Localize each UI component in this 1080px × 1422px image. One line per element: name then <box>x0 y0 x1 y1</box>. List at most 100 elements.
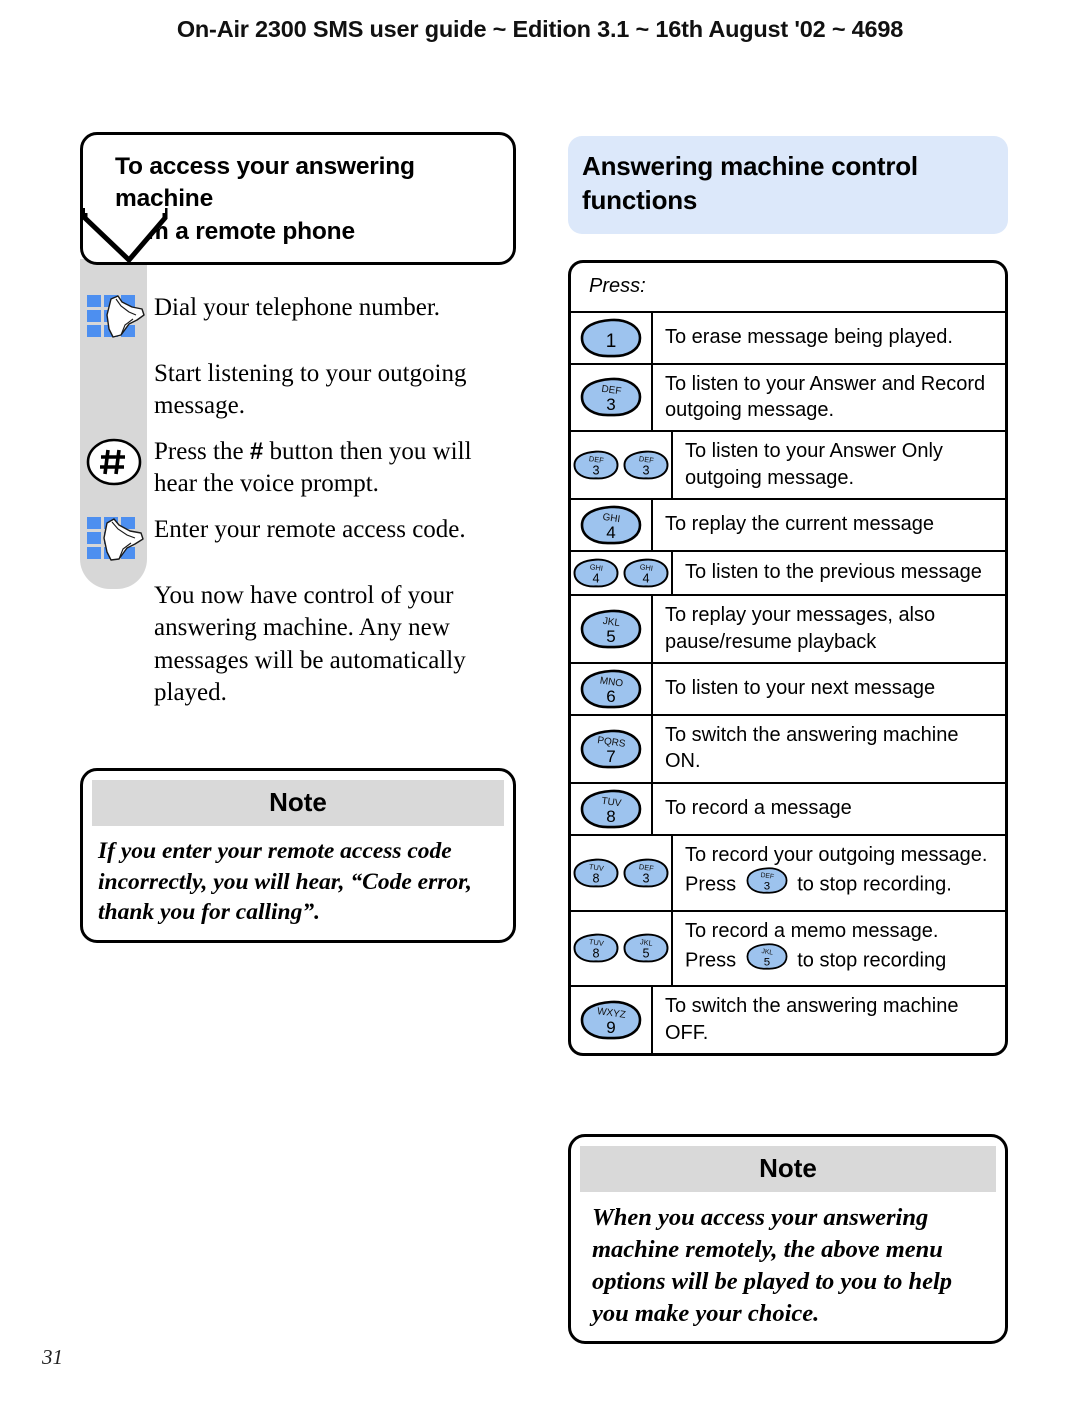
step-text: Start listening to your outgoing message… <box>154 359 467 420</box>
step-text: Enter your remote access code. <box>154 515 466 543</box>
description-text-before: Press <box>685 949 742 972</box>
phone-key-6-icon[interactable]: MNO6 <box>580 669 642 709</box>
table-cell-description: To replay your messages, also pause/resu… <box>653 596 1005 662</box>
phone-key-7-icon[interactable]: PQRS7 <box>580 729 642 769</box>
svg-text:1: 1 <box>606 331 617 352</box>
phone-key-4-icon[interactable]: GHI4 <box>573 558 619 588</box>
step-icon-slot <box>80 435 154 487</box>
svg-text:8: 8 <box>592 871 599 885</box>
left-column: To access your answering machine from a … <box>80 132 516 943</box>
table-cell-keys: PQRS 7 <box>571 715 653 782</box>
svg-text:3: 3 <box>606 395 615 414</box>
phone-key-8-icon[interactable]: TUV8 <box>573 933 619 963</box>
step-icon-slot <box>80 579 154 581</box>
svg-text:5: 5 <box>606 627 615 646</box>
description-line-2: Press DEF 3 to stop recording. <box>685 867 987 902</box>
keypad-hand-icon <box>87 294 145 338</box>
step-text: Press the # button then you will hear th… <box>154 435 516 501</box>
table-cell-keys: 1 <box>571 312 653 363</box>
svg-text:8: 8 <box>592 947 599 961</box>
description-text: To listen to your Answer and Record outg… <box>665 372 986 421</box>
svg-text:3: 3 <box>763 880 769 892</box>
table-row: GHI 4 GHI 4 To listen to the previous messag… <box>571 552 1005 597</box>
phone-key-8-icon[interactable]: TUV8 <box>573 858 619 888</box>
description-text: To replay your messages, also pause/resu… <box>665 604 936 653</box>
table-row: TUV 8 JKL 5 To record a memo message. Press J… <box>571 911 1005 988</box>
svg-text:8: 8 <box>606 807 615 826</box>
step-text: You now have control of your answering m… <box>154 581 466 707</box>
description-text: To listen to the previous message <box>685 561 982 584</box>
table-header-press: Press: <box>571 263 1005 313</box>
note-box-right: Note When you access your answering mach… <box>568 1134 1008 1345</box>
note-title: Note <box>580 1146 996 1193</box>
table-cell-description: To record a memo message. Press JKL 5 to s… <box>673 912 1005 986</box>
phone-key-3-icon[interactable]: DEF3 <box>623 450 669 480</box>
svg-text:7: 7 <box>606 747 615 766</box>
note-body: When you access your answering machine r… <box>592 1204 953 1327</box>
description-text: To switch the answering machine OFF. <box>665 995 959 1044</box>
list-item: Dial your telephone number. <box>80 291 516 345</box>
callout-tail-icon <box>82 208 168 264</box>
page-number: 31 <box>42 1345 63 1369</box>
list-item: Press the # button then you will hear th… <box>80 435 516 501</box>
phone-key-1-icon[interactable]: 1 <box>580 318 642 358</box>
phone-key-5-icon[interactable]: JKL5 <box>746 943 788 970</box>
table-row: 1 To erase message being played. <box>571 312 1005 365</box>
table-row: GHI 4 To replay the current message <box>571 500 1005 553</box>
table-cell-description: To listen to your Answer Only outgoing m… <box>673 432 1005 498</box>
table-cell-keys: MNO 6 <box>571 663 653 714</box>
running-header: On-Air 2300 SMS user guide ~ Edition 3.1… <box>176 16 904 42</box>
phone-key-8-icon[interactable]: TUV8 <box>580 789 642 829</box>
left-heading: To access your answering machine from a … <box>115 151 491 248</box>
svg-text:3: 3 <box>642 464 649 478</box>
inline-phone-key[interactable]: JKL 5 <box>746 943 788 977</box>
phone-key-9-icon[interactable]: WXYZ9 <box>580 1000 642 1040</box>
left-heading-line1: To access your answering machine <box>115 153 415 213</box>
phone-key-4-icon[interactable]: GHI4 <box>623 558 669 588</box>
table-row: PQRS 7 To switch the answering machine ON. <box>571 715 1005 784</box>
right-column: Answering machine control functions Pres… <box>568 136 1008 1345</box>
table-cell-description: To record your outgoing message. Press DE… <box>673 836 1005 910</box>
note-box-left: Note If you enter your remote access cod… <box>80 767 516 943</box>
phone-key-5-icon[interactable]: JKL5 <box>580 609 642 649</box>
description-text: To listen to your Answer Only outgoing m… <box>685 440 943 489</box>
table-cell-description: To listen to your next message <box>653 664 1005 714</box>
section-heading-banner: Answering machine control functions <box>568 136 1008 234</box>
right-heading-line1: Answering machine control <box>582 151 918 181</box>
table-cell-keys: TUV 8 <box>571 783 653 834</box>
phone-key-3-icon[interactable]: DEF3 <box>623 858 669 888</box>
table-row: TUV 8 To record a message <box>571 783 1005 836</box>
step-text-before: Press the <box>154 437 250 465</box>
list-item: Start listening to your outgoing message… <box>80 357 516 423</box>
table-cell-keys: GHI 4 <box>571 500 653 551</box>
phone-key-4-icon[interactable]: GHI4 <box>580 505 642 545</box>
table-cell-keys: DEF 3 DEF 3 <box>571 432 673 499</box>
phone-key-5-icon[interactable]: JKL5 <box>623 933 669 963</box>
description-line-2: Press JKL 5 to stop recording <box>685 943 946 978</box>
table-cell-description: To replay the current message <box>653 500 1005 550</box>
list-item: Enter your remote access code. <box>80 513 516 567</box>
table-row: DEF 3 DEF 3 To listen to your Answer Only ou… <box>571 432 1005 501</box>
table-row: DEF 3 To listen to your Answer and Record … <box>571 364 1005 433</box>
table-cell-description: To listen to your Answer and Record outg… <box>653 365 1005 431</box>
description-line-1: To record a memo message. <box>685 919 939 942</box>
phone-key-3-icon[interactable]: DEF3 <box>573 450 619 480</box>
description-text-after: to stop recording. <box>791 873 952 896</box>
table-row: WXYZ 9 To switch the answering machine OFF… <box>571 987 1005 1054</box>
phone-key-3-icon[interactable]: DEF3 <box>580 377 642 417</box>
svg-text:3: 3 <box>642 871 649 885</box>
svg-text:9: 9 <box>606 1018 615 1037</box>
table-cell-keys: WXYZ 9 <box>571 987 653 1054</box>
table-cell-description: To erase message being played. <box>653 313 1005 363</box>
step-text: Dial your telephone number. <box>154 293 441 321</box>
table-cell-keys: JKL 5 <box>571 596 653 662</box>
description-text-before: Press <box>685 873 742 896</box>
table-row: TUV 8 DEF 3 To record your outgoing message.… <box>571 835 1005 912</box>
description-text: To record a message <box>665 797 852 820</box>
phone-key-3-icon[interactable]: DEF3 <box>746 867 788 894</box>
inline-phone-key[interactable]: DEF 3 <box>746 867 788 901</box>
table-cell-keys: TUV 8 JKL 5 <box>571 911 673 986</box>
hash-key-icon <box>86 438 142 486</box>
description-text: To replay the current message <box>665 513 935 536</box>
svg-text:4: 4 <box>592 572 599 586</box>
